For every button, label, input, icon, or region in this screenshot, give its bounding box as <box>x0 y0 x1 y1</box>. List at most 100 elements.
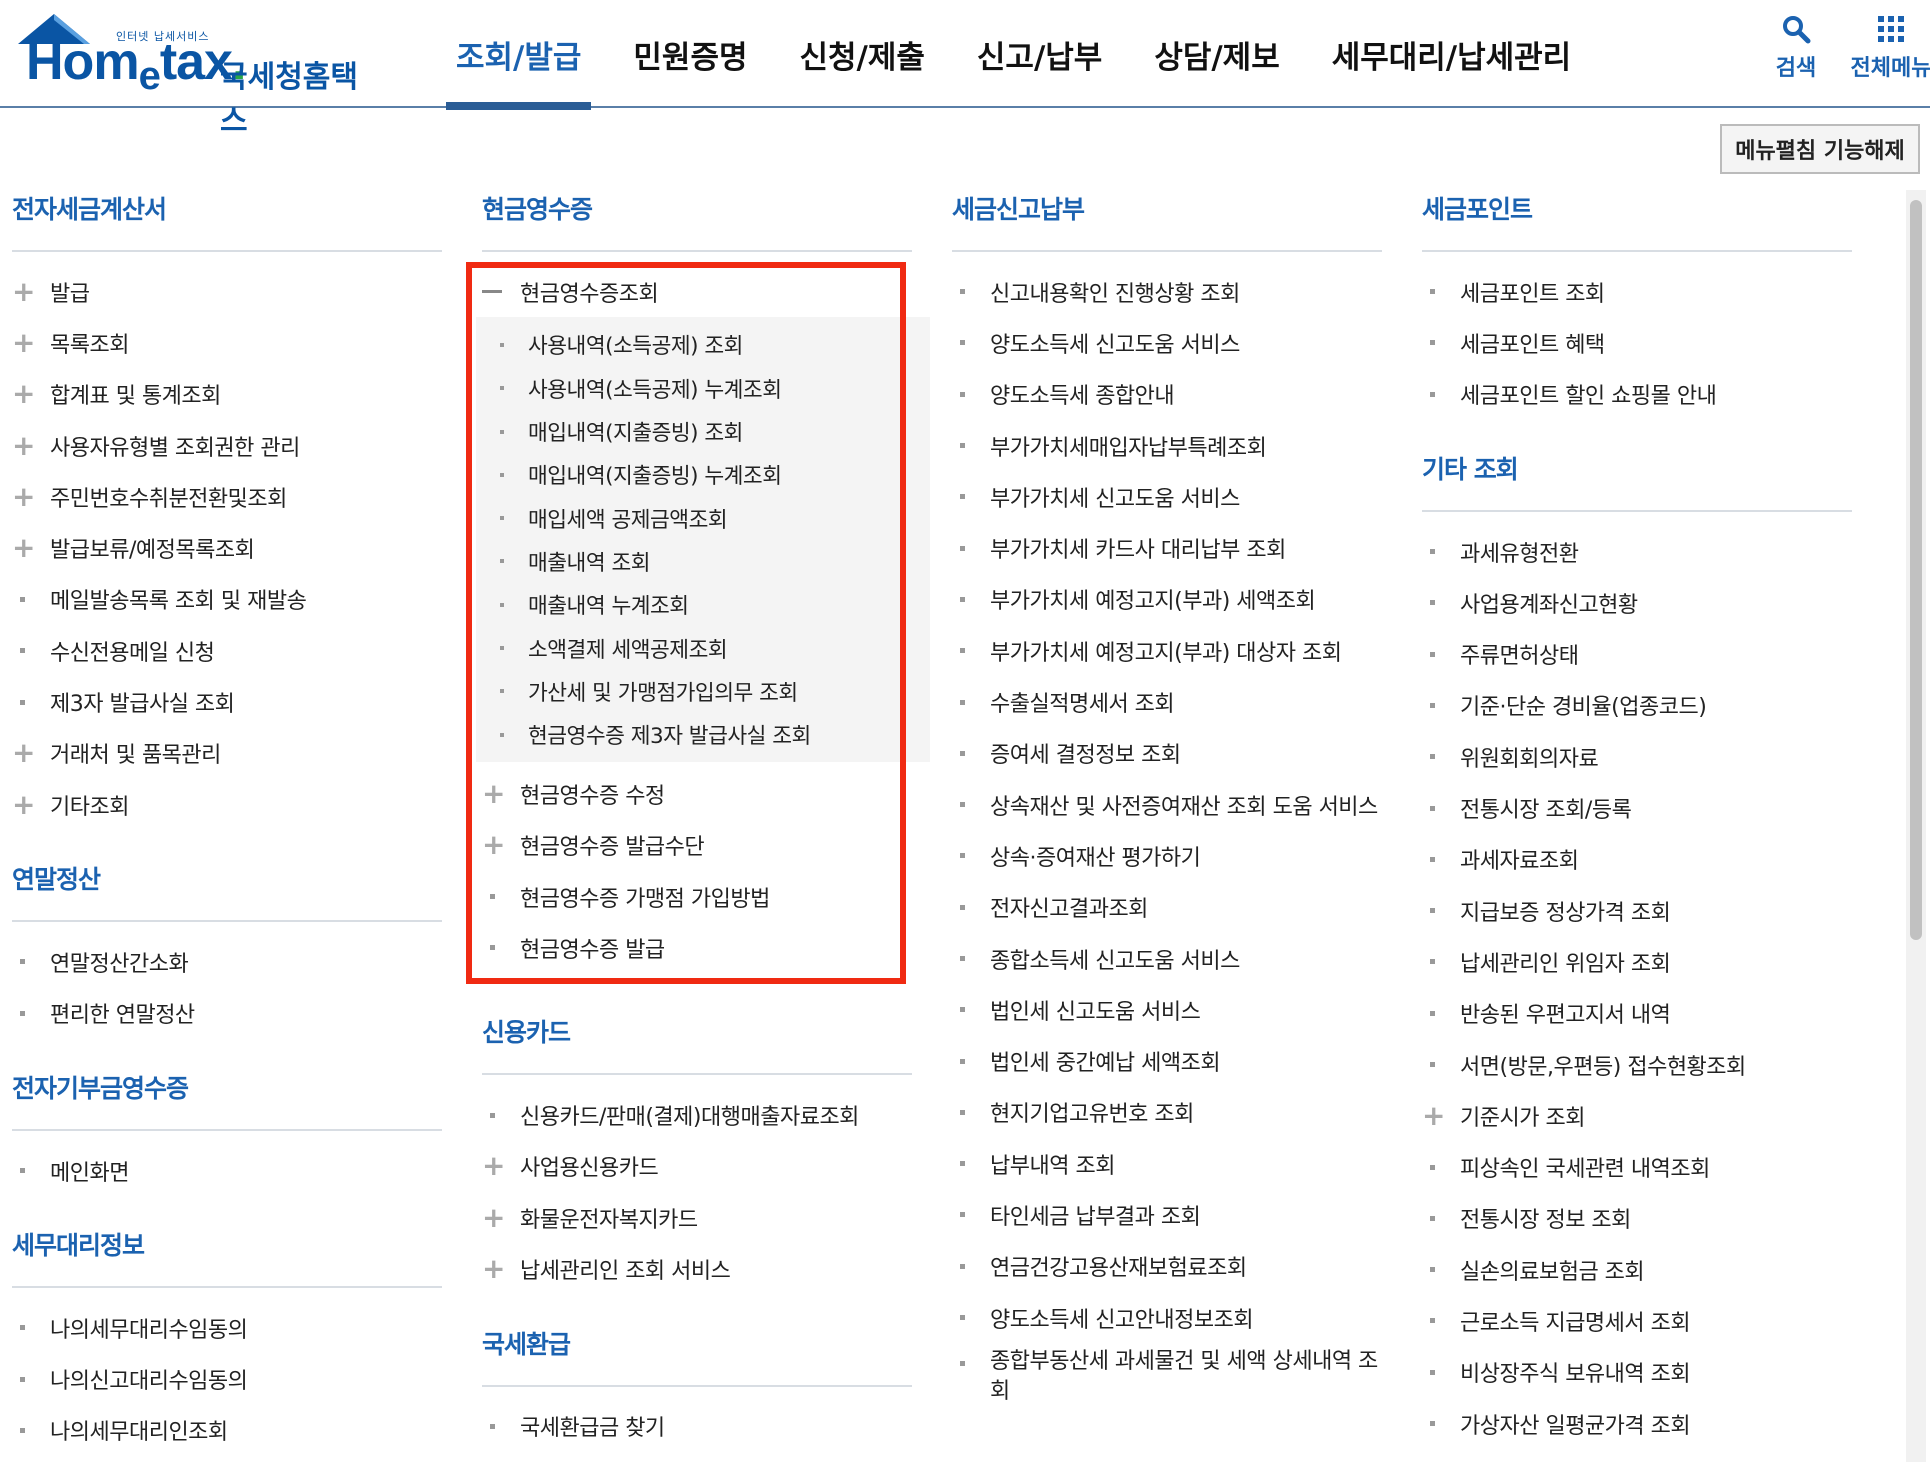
menu-item[interactable]: 신용카드/판매(결제)대행매출자료조회 <box>482 1089 912 1140</box>
menu-item[interactable]: 과세유형전환 <box>1422 526 1852 577</box>
submenu-item[interactable]: 매입내역(지출증빙) 누계조회 <box>476 453 930 496</box>
menu-item[interactable]: 편리한 연말정산 <box>12 988 442 1039</box>
submenu-item[interactable]: 매입세액 공제금액조회 <box>476 496 930 539</box>
menu-item[interactable]: 부가가치세 신고도움 서비스 <box>952 471 1382 522</box>
menu-item[interactable]: 실손의료보험금 조회 <box>1422 1244 1852 1295</box>
menu-item[interactable]: 납부내역 조회 <box>952 1138 1382 1189</box>
menu-item[interactable]: + 화물운전자복지카드 <box>482 1192 912 1243</box>
nav-report-pay[interactable]: 신고/납부 <box>951 0 1128 108</box>
menu-item[interactable]: 세금포인트 할인 쇼핑몰 안내 <box>1422 369 1852 420</box>
expand-plus-icon[interactable]: + <box>482 1203 520 1232</box>
menu-item[interactable]: + 합계표 및 통계조회 <box>12 369 442 420</box>
hometax-logo[interactable]: 인터넷 납세서비스 Hometax. 국세청홈택스 <box>12 10 382 139</box>
menu-item[interactable]: 전자신고결과조회 <box>952 882 1382 933</box>
menu-item[interactable]: 메일발송목록 조회 및 재발송 <box>12 574 442 625</box>
expand-plus-icon[interactable]: + <box>12 790 50 819</box>
menu-item[interactable]: 양도소득세 신고안내정보조회 <box>952 1292 1382 1343</box>
expand-plus-icon[interactable]: + <box>12 482 50 511</box>
section-title[interactable]: 전자세금계산서 <box>12 190 442 230</box>
nav-tax-agent[interactable]: 세무대리/납세관리 <box>1306 0 1597 108</box>
menu-item[interactable]: 타인세금 납부결과 조회 <box>952 1189 1382 1240</box>
menu-item[interactable]: + 기준시가 조회 <box>1422 1090 1852 1141</box>
menu-item[interactable]: 상속·증여재산 평가하기 <box>952 830 1382 881</box>
menu-item[interactable]: + 거래처 및 품목관리 <box>12 728 442 779</box>
vertical-scrollbar[interactable] <box>1906 190 1926 1462</box>
submenu-item[interactable]: 사용내역(소득공제) 누계조회 <box>476 367 930 410</box>
expand-plus-icon[interactable]: + <box>12 431 50 460</box>
menu-item[interactable]: 연말정산간소화 <box>12 936 442 987</box>
menu-item[interactable]: 과세자료조회 <box>1422 834 1852 885</box>
section-title[interactable]: 세금신고납부 <box>952 190 1382 230</box>
menu-item[interactable]: + 현금영수증 발급수단 <box>482 820 912 871</box>
submenu-item[interactable]: 매출내역 누계조회 <box>476 583 930 626</box>
menu-item[interactable]: 제3자 발급사실 조회 <box>12 676 442 727</box>
menu-item[interactable]: 수출실적명세서 조회 <box>952 676 1382 727</box>
menu-item[interactable]: 국세환급금 찾기 <box>482 1401 912 1452</box>
menu-item[interactable]: 현지기업고유번호 조회 <box>952 1087 1382 1138</box>
menu-item[interactable]: 주류면허상태 <box>1422 628 1852 679</box>
menu-item[interactable]: + 현금영수증 수정 <box>482 768 912 819</box>
menu-unfold-toggle-button[interactable]: 메뉴펼침 기능해제 <box>1720 124 1920 174</box>
menu-item[interactable]: 부가가치세 카드사 대리납부 조회 <box>952 522 1382 573</box>
expand-plus-icon[interactable]: + <box>1422 1101 1460 1130</box>
section-title[interactable]: 연말정산 <box>12 860 442 900</box>
menu-item[interactable]: 반송된 우편고지서 내역 <box>1422 988 1852 1039</box>
menu-item[interactable]: 전통시장 정보 조회 <box>1422 1193 1852 1244</box>
expand-plus-icon[interactable]: + <box>12 380 50 408</box>
menu-item[interactable]: 비상장주식 보유내역 조회 <box>1422 1347 1852 1398</box>
menu-item[interactable]: 전통시장 조회/등록 <box>1422 782 1852 833</box>
menu-item[interactable]: 나의세무대리인조회 <box>12 1405 442 1456</box>
menu-item[interactable]: 세금포인트 혜택 <box>1422 317 1852 368</box>
expand-plus-icon[interactable]: + <box>12 534 50 562</box>
menu-item[interactable]: + 사업용신용카드 <box>482 1141 912 1192</box>
menu-item[interactable]: 가상자산 일평균가격 조회 <box>1422 1398 1852 1449</box>
menu-item[interactable]: 법인세 중간예납 세액조회 <box>952 1035 1382 1086</box>
menu-item[interactable]: 부가가치세 예정고지(부과) 세액조회 <box>952 574 1382 625</box>
menu-item[interactable]: 양도소득세 종합안내 <box>952 369 1382 420</box>
section-title[interactable]: 현금영수증 <box>482 190 912 230</box>
nav-civil-certificate[interactable]: 민원증명 <box>607 0 773 108</box>
expand-plus-icon[interactable]: + <box>482 1152 520 1180</box>
section-title[interactable]: 세무대리정보 <box>12 1226 442 1266</box>
section-title[interactable]: 기타 조회 <box>1422 450 1852 490</box>
all-menu-button[interactable]: 전체메뉴 <box>1846 14 1930 82</box>
menu-item[interactable]: 사업용계좌신고현황 <box>1422 577 1852 628</box>
expand-plus-icon[interactable]: + <box>12 277 50 306</box>
menu-item[interactable]: 나의세무대리수임동의 <box>12 1302 442 1353</box>
menu-item[interactable]: + 주민번호수취분전환및조회 <box>12 471 442 522</box>
menu-item[interactable]: 기준·단순 경비율(업종코드) <box>1422 680 1852 731</box>
expand-plus-icon[interactable]: + <box>482 831 520 859</box>
menu-item[interactable]: + 기타조회 <box>12 779 442 830</box>
menu-item[interactable]: 메인화면 <box>12 1145 442 1196</box>
menu-item[interactable]: 부가가치세 예정고지(부과) 대상자 조회 <box>952 625 1382 676</box>
menu-item[interactable]: 부가가치세매입자납부특례조회 <box>952 420 1382 471</box>
menu-item[interactable]: 현금영수증 발급 <box>482 922 912 973</box>
submenu-item[interactable]: 현금영수증 제3자 발급사실 조회 <box>476 713 930 756</box>
nav-consult-report[interactable]: 상담/제보 <box>1128 0 1305 108</box>
menu-item[interactable]: 신고내용확인 진행상황 조회 <box>952 266 1382 317</box>
submenu-item[interactable]: 소액결제 세액공제조회 <box>476 626 930 669</box>
menu-item[interactable]: 피상속인 국세관련 내역조회 <box>1422 1141 1852 1192</box>
submenu-item[interactable]: 매출내역 조회 <box>476 540 930 583</box>
menu-item[interactable]: + 사용자유형별 조회권한 관리 <box>12 420 442 471</box>
nav-apply-submit[interactable]: 신청/제출 <box>774 0 951 108</box>
menu-item[interactable]: + 납세관리인 조회 서비스 <box>482 1243 912 1294</box>
menu-item[interactable]: 나의신고대리수임동의 <box>12 1353 442 1404</box>
submenu-item[interactable]: 가산세 및 가맹점가입의무 조회 <box>476 670 930 713</box>
nav-inquiry-issue[interactable]: 조회/발급 <box>430 0 607 110</box>
menu-item[interactable]: 증여세 결정정보 조회 <box>952 728 1382 779</box>
menu-item[interactable]: + 발급보류/예정목록조회 <box>12 522 442 573</box>
section-title[interactable]: 국세환급 <box>482 1325 912 1365</box>
menu-item-comprehensive-real-estate-tax[interactable]: 종합부동산세 과세물건 및 세액 상세내역 조회 <box>952 1343 1382 1407</box>
menu-item[interactable]: 근로소득 지급명세서 조회 <box>1422 1295 1852 1346</box>
expand-plus-icon[interactable]: + <box>12 328 50 357</box>
menu-item[interactable]: 위원회회의자료 <box>1422 731 1852 782</box>
search-button[interactable]: 검색 <box>1766 14 1826 82</box>
menu-item[interactable]: 현금영수증 가맹점 가입방법 <box>482 871 912 922</box>
expand-plus-icon[interactable]: + <box>12 739 50 767</box>
section-title[interactable]: 전자기부금영수증 <box>12 1069 442 1109</box>
menu-item[interactable]: + 발급 <box>12 266 442 317</box>
menu-item[interactable]: 지급보증 정상가격 조회 <box>1422 885 1852 936</box>
menu-item[interactable]: 납세관리인 위임자 조회 <box>1422 936 1852 987</box>
menu-item[interactable]: 세금포인트 조회 <box>1422 266 1852 317</box>
